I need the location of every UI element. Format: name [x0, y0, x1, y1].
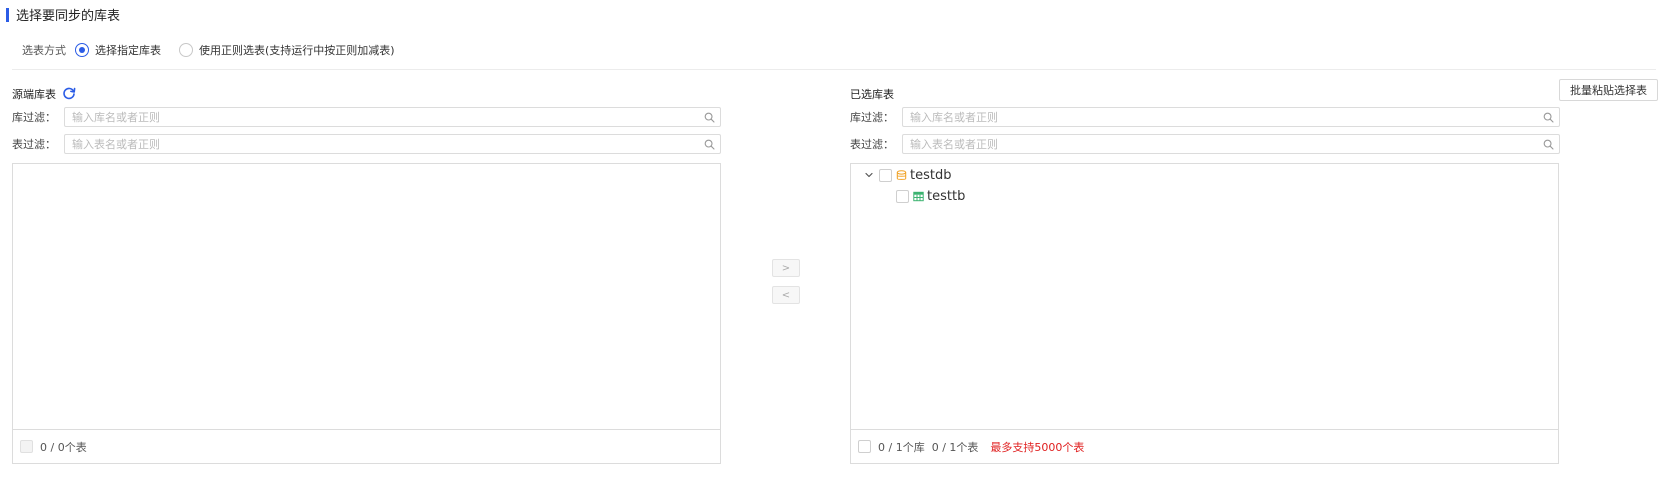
- selected-title-text: 已选库表: [850, 88, 894, 101]
- db-name: testdb: [910, 167, 952, 183]
- selection-mode-label: 选表方式: [22, 44, 66, 57]
- selected-db-count: 0 / 1个库: [878, 440, 925, 454]
- move-right-button[interactable]: >: [772, 259, 800, 277]
- source-count: 0 / 0个表: [40, 440, 87, 454]
- db-checkbox[interactable]: [879, 168, 892, 182]
- radio-checked-icon[interactable]: [75, 43, 89, 57]
- divider: [12, 69, 1656, 70]
- selected-tb-filter-row: 表过滤：: [850, 134, 1560, 154]
- source-db-filter[interactable]: [64, 107, 721, 127]
- section-header: 选择要同步的库表: [6, 6, 121, 24]
- source-list-footer: 0 / 0个表: [13, 429, 720, 463]
- search-icon: [704, 139, 715, 150]
- selection-mode-row: 选表方式 选择指定库表 使用正则选表(支持运行中按正则加减表): [22, 40, 413, 60]
- source-select-all-checkbox[interactable]: [20, 440, 33, 453]
- table-icon: [913, 191, 924, 202]
- db-filter-label: 库过滤：: [12, 111, 56, 124]
- radio-unchecked-icon[interactable]: [179, 43, 193, 57]
- radio-regex-tables[interactable]: 使用正则选表(支持运行中按正则加减表): [179, 42, 395, 58]
- selected-tb-count: 0 / 1个表: [931, 440, 979, 454]
- chevron-down-icon[interactable]: [864, 170, 874, 180]
- radio-label: 使用正则选表(支持运行中按正则加减表): [199, 44, 395, 57]
- radio-label: 选择指定库表: [95, 44, 161, 57]
- table-checkbox[interactable]: [896, 189, 909, 203]
- search-icon: [1543, 112, 1554, 123]
- section-title: 选择要同步的库表: [16, 9, 121, 24]
- tb-filter-label: 表过滤：: [12, 138, 56, 151]
- database-icon: [896, 169, 907, 181]
- selected-db-filter-row: 库过滤：: [850, 107, 1560, 127]
- source-title-text: 源端库表: [12, 88, 56, 101]
- source-db-filter-input[interactable]: [65, 108, 720, 126]
- db-filter-label: 库过滤：: [850, 111, 894, 124]
- source-db-filter-row: 库过滤：: [12, 107, 721, 127]
- selected-db-filter[interactable]: [902, 107, 1560, 127]
- refresh-icon[interactable]: [62, 87, 76, 101]
- selected-list-footer: 0 / 1个库 0 / 1个表 最多支持5000个表: [851, 429, 1558, 463]
- tree-node-table[interactable]: testtb: [896, 188, 965, 204]
- radio-specify-tables[interactable]: 选择指定库表: [75, 42, 161, 58]
- selected-tb-filter-input[interactable]: [903, 135, 1559, 153]
- source-table-list[interactable]: 0 / 0个表: [12, 163, 721, 464]
- table-name: testtb: [927, 188, 966, 204]
- table-limit-warning: 最多支持5000个表: [990, 440, 1085, 454]
- tb-filter-label: 表过滤：: [850, 138, 894, 151]
- source-panel-title: 源端库表: [12, 86, 76, 102]
- selected-panel-title: 已选库表: [850, 86, 894, 102]
- selected-select-all-checkbox[interactable]: [858, 440, 871, 453]
- selected-db-filter-input[interactable]: [903, 108, 1559, 126]
- source-tb-filter-input[interactable]: [65, 135, 720, 153]
- selected-tb-filter[interactable]: [902, 134, 1560, 154]
- source-tb-filter-row: 表过滤：: [12, 134, 721, 154]
- selected-table-list[interactable]: testdb testtb 0 / 1个库 0 / 1个表 最多支持5000个表: [850, 163, 1559, 464]
- move-left-button[interactable]: <: [772, 286, 800, 304]
- section-accent-bar: [6, 7, 9, 22]
- search-icon: [1543, 139, 1554, 150]
- search-icon: [704, 112, 715, 123]
- source-tb-filter[interactable]: [64, 134, 721, 154]
- tree-node-db[interactable]: testdb: [864, 167, 951, 183]
- batch-paste-button[interactable]: 批量粘贴选择表: [1559, 79, 1658, 101]
